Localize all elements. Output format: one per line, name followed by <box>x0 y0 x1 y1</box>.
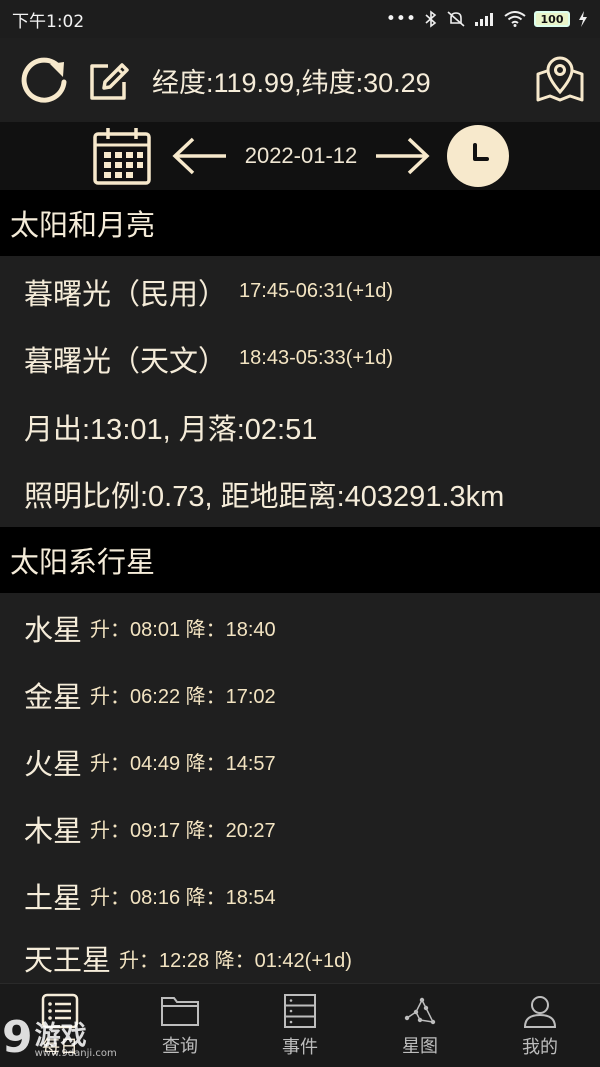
nav-query[interactable]: 查询 <box>120 984 240 1067</box>
edit-icon <box>90 63 129 100</box>
user-icon <box>523 995 557 1028</box>
calendar-button[interactable] <box>91 125 153 187</box>
nav-star-map[interactable]: 星图 <box>360 984 480 1067</box>
moon-rise-set-row: 月出:13:01, 月落:02:51 <box>0 393 600 460</box>
folder-icon <box>161 996 199 1026</box>
illumination-distance: 照明比例:0.73, 距地距离:403291.3km <box>24 480 505 513</box>
twilight-astro-row: 暮曙光（天文） 18:43-05:33(+1d) <box>0 325 600 392</box>
edit-location-button[interactable] <box>86 56 134 104</box>
nav-label: 星图 <box>402 1035 438 1057</box>
planet-name: 金星 <box>24 681 83 714</box>
planet-times: 升：09:17 降：20:27 <box>90 820 276 842</box>
nav-mine[interactable]: 我的 <box>480 984 600 1067</box>
events-stack-icon <box>284 993 316 1028</box>
current-date[interactable]: 2022-01-12 <box>245 143 358 169</box>
planet-row: 水星 升：08:01 降：18:40 <box>0 594 600 661</box>
calendar-icon <box>92 128 151 185</box>
status-bar: 下午1:02 ••• 100 <box>0 0 600 38</box>
planet-name: 水星 <box>24 614 83 647</box>
coordinates-text: 经度:119.99,纬度:30.29 <box>152 67 431 98</box>
nav-daily[interactable]: 每日 <box>0 984 120 1067</box>
twilight-civil-label: 暮曙光（民用） <box>24 278 228 311</box>
status-icons: ••• 100 <box>386 9 588 29</box>
planet-row: 金星 升：06:22 降：17:02 <box>0 661 600 728</box>
planet-name: 木星 <box>24 815 83 848</box>
planet-times: 升：08:01 降：18:40 <box>90 619 276 641</box>
planet-name: 火星 <box>24 748 83 781</box>
map-location-button[interactable] <box>534 54 586 106</box>
wifi-icon <box>504 11 526 27</box>
next-day-button[interactable] <box>373 136 431 176</box>
bottom-nav: 每日 查询 事件 星图 我的 <box>0 983 600 1067</box>
time-button[interactable] <box>447 125 510 187</box>
planet-times: 升：06:22 降：17:02 <box>90 686 276 708</box>
nav-label: 事件 <box>282 1036 318 1058</box>
twilight-astro-label: 暮曙光（天文） <box>24 345 228 378</box>
twilight-civil-value: 17:45-06:31(+1d) <box>239 280 394 302</box>
arrow-right-icon <box>376 137 430 175</box>
daily-list-icon <box>41 993 79 1028</box>
nav-label: 我的 <box>522 1036 558 1058</box>
planet-times: 升：12:28 降：01:42(+1d) <box>119 949 352 972</box>
header: 经度:119.99,纬度:30.29 <box>0 38 600 122</box>
illumination-row: 照明比例:0.73, 距地距离:403291.3km <box>0 460 600 527</box>
map-pin-icon <box>536 56 584 102</box>
section-title: 太阳和月亮 <box>10 208 156 242</box>
arrow-left-icon <box>172 137 226 175</box>
twilight-civil-row: 暮曙光（民用） 17:45-06:31(+1d) <box>0 258 600 325</box>
planet-row: 土星 升：08:16 降：18:54 <box>0 862 600 929</box>
planet-name: 天王星 <box>24 945 112 977</box>
previous-day-button[interactable] <box>171 136 229 176</box>
moon-rise-set: 月出:13:01, 月落:02:51 <box>24 413 318 446</box>
planet-row: 天王星 升：12:28 降：01:42(+1d) <box>0 930 600 986</box>
battery-icon: 100 <box>534 11 570 27</box>
planet-row: 木星 升：09:17 降：20:27 <box>0 795 600 862</box>
refresh-button[interactable] <box>14 50 74 110</box>
nav-label: 每日 <box>42 1036 78 1058</box>
nav-label: 查询 <box>162 1035 198 1057</box>
date-bar: 2022-01-12 <box>0 122 600 190</box>
planet-row: 火星 升：04:49 降：14:57 <box>0 728 600 795</box>
refresh-icon <box>21 57 67 103</box>
planet-times: 升：04:49 降：14:57 <box>90 753 276 775</box>
signal-icon <box>475 13 493 26</box>
section-title: 太阳系行星 <box>10 545 156 579</box>
planet-name: 土星 <box>24 882 83 915</box>
clock-icon <box>473 143 490 161</box>
status-time: 下午1:02 <box>12 11 85 32</box>
planet-times: 升：08:16 降：18:54 <box>90 887 276 909</box>
constellation-icon <box>404 997 436 1024</box>
bluetooth-icon <box>425 10 437 28</box>
section-header-sun-moon: 太阳和月亮 <box>0 190 600 256</box>
charging-icon <box>579 11 587 27</box>
mute-icon <box>447 11 465 27</box>
twilight-astro-value: 18:43-05:33(+1d) <box>239 347 394 369</box>
more-dots-icon: ••• <box>385 9 416 29</box>
section-header-planets: 太阳系行星 <box>0 527 600 593</box>
nav-events[interactable]: 事件 <box>240 984 360 1067</box>
